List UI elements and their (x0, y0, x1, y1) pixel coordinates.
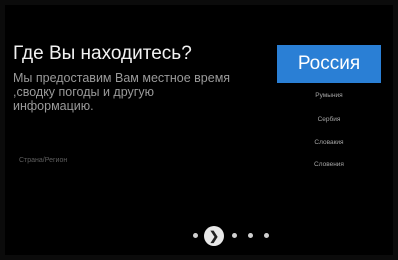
page-title: Где Вы находитесь? (13, 43, 192, 64)
page-dot-1 (193, 233, 198, 238)
page-description: Мы предоставим Вам местное время ,сводку… (13, 71, 231, 113)
region-label: Страна/Регион (19, 157, 68, 164)
chevron-right-icon: ❯ (208, 229, 220, 243)
page-dot-4 (248, 233, 253, 238)
country-item-selected[interactable]: Россия (277, 45, 381, 83)
page-dot-3 (232, 233, 237, 238)
page-dot-5 (264, 233, 269, 238)
country-item-romania[interactable]: Румыния (277, 92, 381, 99)
country-item-slovakia[interactable]: Словакия (277, 139, 381, 146)
tv-setup-screen: Где Вы находитесь? Мы предоставим Вам ме… (5, 5, 393, 255)
page-dot-current[interactable]: ❯ (204, 226, 224, 246)
page-indicator: ❯ (5, 226, 393, 246)
country-item-slovenia[interactable]: Словения (277, 161, 381, 168)
country-item-serbia[interactable]: Сербия (277, 116, 381, 123)
country-list[interactable]: Россия Румыния Сербия Словакия Словения (277, 45, 381, 168)
